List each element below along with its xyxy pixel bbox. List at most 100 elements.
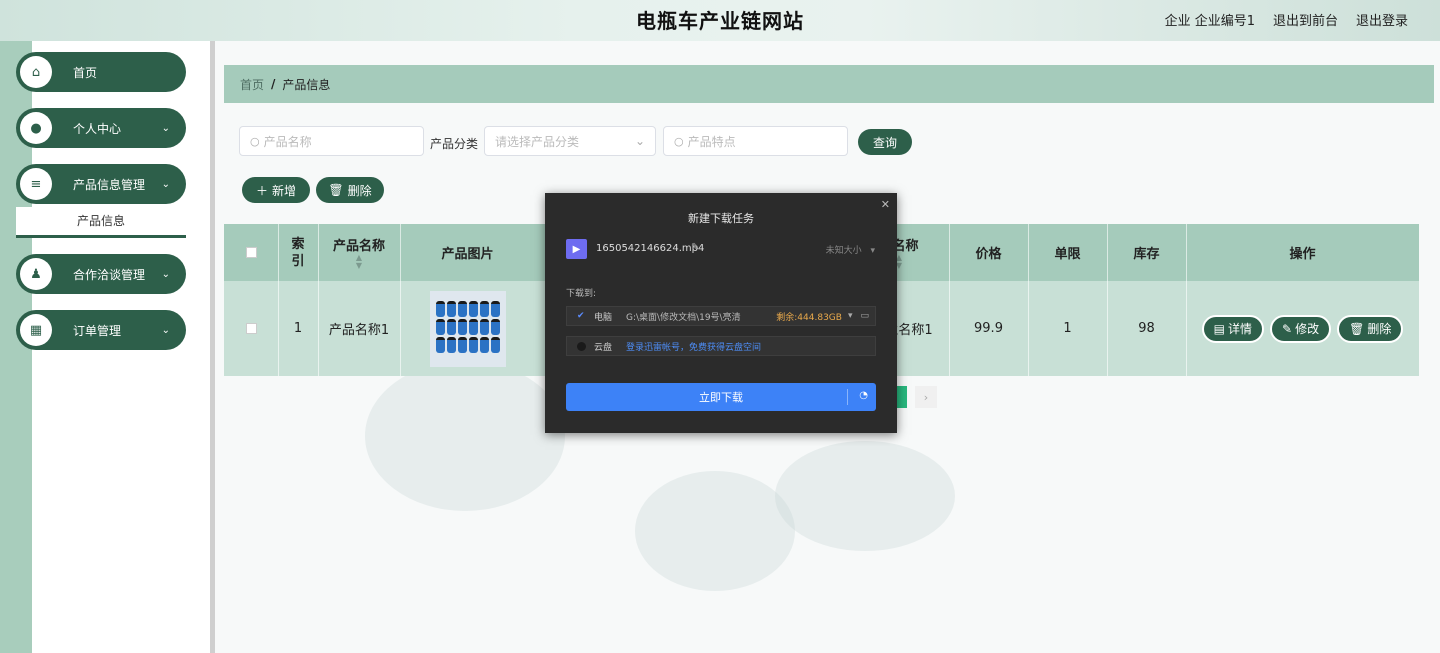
sidebar-item-product-management[interactable]: ≡ 产品信息管理 ⌄ — [16, 164, 186, 204]
header-actions-label: 操作 — [1289, 247, 1316, 262]
cloud-save-option[interactable]: 云盘 登录迅雷帐号，免费获得云盘空间 — [566, 336, 876, 356]
row-product-name: 产品名称1 — [328, 323, 390, 338]
header-name[interactable]: 产品名称 ▲ ▼ — [318, 224, 400, 281]
back-to-frontend-link[interactable]: 退出到前台 — [1273, 10, 1338, 29]
breadcrumb-separator: / — [271, 77, 276, 91]
delete-button-label: 删除 — [347, 183, 372, 198]
chevron-down-icon: ⌄ — [161, 178, 170, 190]
search-icon: ○ — [250, 134, 260, 148]
top-header: 电瓶车产业链网站 企业 企业编号1 退出到前台 退出登录 — [0, 0, 1440, 41]
chevron-down-icon: ⌄ — [161, 268, 170, 280]
close-icon[interactable]: ✕ — [881, 198, 890, 211]
breadcrumb-home[interactable]: 首页 — [240, 76, 264, 93]
grid-icon: ▦ — [20, 314, 52, 346]
chevron-down-icon[interactable]: ▾ — [870, 246, 875, 256]
product-name-search-input[interactable]: ○ 产品名称 — [239, 126, 424, 156]
product-image[interactable] — [429, 290, 506, 367]
background-decoration — [775, 441, 955, 551]
chevron-down-icon[interactable]: ▾ — [848, 311, 853, 321]
product-feature-search-input[interactable]: ○ 产品特点 — [663, 126, 848, 156]
header-stock[interactable]: 库存 — [1107, 224, 1186, 281]
delete-button[interactable]: 🗑 删除 — [1337, 314, 1404, 343]
download-dialog: 新建下载任务 ✕ ▶ 1650542146624.mp4 ✎ 未知大小 ▾ 下载… — [545, 193, 897, 433]
chevron-down-icon: ⌄ — [161, 324, 170, 336]
folder-icon[interactable]: ▭ — [860, 311, 869, 321]
sidebar-item-orders[interactable]: ▦ 订单管理 ⌄ — [16, 310, 186, 350]
row-actions: ▤ 详情 ✎ 修改 🗑 删除 — [1186, 281, 1419, 376]
select-all-cell — [224, 224, 278, 281]
row-limit: 1 — [1063, 321, 1072, 336]
detail-button[interactable]: ▤ 详情 — [1201, 314, 1265, 343]
trash-icon: 🗑 — [1349, 321, 1365, 336]
sliders-icon: ≡ — [20, 168, 52, 200]
header-index-label: 索引 — [291, 236, 305, 269]
row-checkbox[interactable] — [245, 323, 257, 334]
edit-button[interactable]: ✎ 修改 — [1270, 314, 1332, 343]
edit-filename-icon[interactable]: ✎ — [691, 242, 699, 253]
check-icon: ✔ — [577, 311, 585, 321]
save-to-label: 下载到: — [566, 289, 597, 299]
header-image: 产品图片 — [400, 224, 535, 281]
add-button-label: 新增 — [272, 183, 297, 198]
breadcrumb-current: 产品信息 — [282, 77, 331, 92]
breadcrumb: 首页 / 产品信息 — [224, 65, 1434, 103]
query-button[interactable]: 查询 — [858, 129, 912, 155]
file-size: 未知大小 ▾ — [826, 243, 875, 256]
sidebar-item-home[interactable]: ⌂ 首页 — [16, 52, 186, 92]
select-all-checkbox[interactable] — [245, 247, 257, 258]
logout-link[interactable]: 退出登录 — [1356, 10, 1408, 29]
sidebar-item-label: 首页 — [73, 65, 98, 80]
header-limit[interactable]: 单限 — [1028, 224, 1107, 281]
sidebar-item-profile[interactable]: ● 个人中心 ⌄ — [16, 108, 186, 148]
button-divider — [847, 389, 848, 405]
clock-icon[interactable]: ◔ — [859, 390, 868, 401]
chevron-right-icon: › — [923, 390, 929, 404]
add-button[interactable]: ＋ 新增 — [242, 177, 310, 203]
header-name-label: 产品名称 — [332, 239, 385, 254]
sidebar-item-cooperation[interactable]: ♟ 合作洽谈管理 ⌄ — [16, 254, 186, 294]
user-icon: ● — [20, 112, 52, 144]
header-limit-label: 单限 — [1054, 247, 1081, 262]
chevron-down-icon: ⌄ — [634, 134, 645, 148]
cloud-name: 云盘 — [594, 342, 613, 353]
local-name: 电脑 — [594, 312, 613, 323]
download-now-button[interactable]: 立即下载 ◔ — [566, 383, 876, 411]
file-name: 1650542146624.mp4 — [596, 243, 705, 254]
batch-delete-button[interactable]: 🗑 删除 — [316, 177, 384, 203]
header-price-label: 价格 — [975, 247, 1002, 262]
category-label: 产品分类 — [430, 137, 479, 151]
cloud-login-link[interactable]: 登录迅雷帐号，免费获得云盘空间 — [626, 340, 761, 353]
battery-pack-picture — [435, 300, 500, 353]
plus-icon: ＋ — [255, 183, 268, 198]
pagination-next-button[interactable]: › — [915, 386, 937, 408]
row-select-cell — [224, 281, 278, 376]
sidebar-subitem-product-info[interactable]: 产品信息 — [16, 207, 186, 238]
background-decoration — [635, 471, 795, 591]
sidebar-item-label: 订单管理 — [73, 323, 122, 338]
header-price[interactable]: 价格 — [949, 224, 1028, 281]
product-feature-placeholder: 产品特点 — [687, 134, 736, 149]
category-select[interactable]: 请选择产品分类 ⌄ — [484, 126, 656, 156]
edit-button-label: 修改 — [1295, 322, 1320, 336]
cloud-radio[interactable] — [577, 341, 586, 351]
local-path: G:\桌面\修改文档\19号\亮清 — [626, 312, 741, 323]
top-links: 企业 企业编号1 退出到前台 退出登录 — [1165, 10, 1408, 29]
row-price: 99.9 — [974, 321, 1003, 336]
download-now-label: 立即下载 — [699, 391, 743, 404]
chevron-down-icon: ⌄ — [161, 122, 170, 134]
trash-icon: 🗑 — [328, 183, 344, 197]
search-icon: ○ — [674, 134, 684, 148]
dialog-title: 新建下载任务 — [688, 212, 754, 225]
delete-button-label: 删除 — [1367, 322, 1392, 336]
local-save-option[interactable]: ✔ 电脑 G:\桌面\修改文档\19号\亮清 剩余:444.83GB ▾ ▭ — [566, 306, 876, 326]
header-actions: 操作 — [1186, 224, 1419, 281]
sidebar-item-label: 个人中心 — [73, 121, 122, 136]
free-space: 剩余:444.83GB — [776, 312, 842, 323]
row-stock: 98 — [1138, 321, 1155, 336]
pagination-current-page[interactable] — [896, 386, 907, 408]
detail-button-label: 详情 — [1228, 322, 1253, 336]
sidebar-item-label: 产品信息管理 — [73, 177, 146, 192]
category-placeholder: 请选择产品分类 — [495, 134, 580, 149]
user-account-link[interactable]: 企业 企业编号1 — [1165, 10, 1255, 29]
person-icon: ♟ — [20, 258, 52, 290]
